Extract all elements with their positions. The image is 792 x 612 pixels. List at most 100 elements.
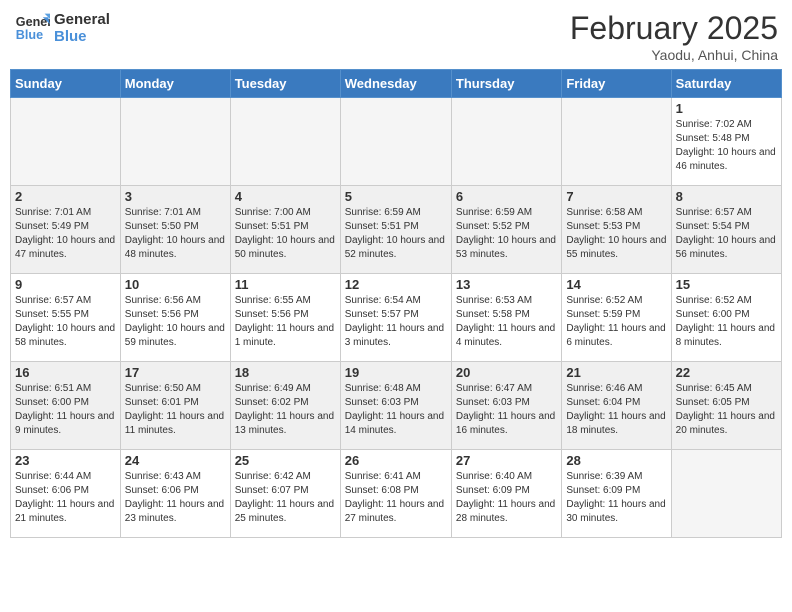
day-number: 11 (235, 277, 336, 292)
day-number: 12 (345, 277, 447, 292)
day-number: 1 (676, 101, 777, 116)
day-number: 10 (125, 277, 226, 292)
day-info: Sunrise: 6:46 AM Sunset: 6:04 PM Dayligh… (566, 382, 666, 438)
calendar-cell: 4Sunrise: 7:00 AM Sunset: 5:51 PM Daylig… (230, 186, 340, 274)
calendar-cell: 2 Sunrise: 7:01 AM Sunset: 5:49 PM Daylig… (11, 186, 121, 274)
calendar-cell: 25Sunrise: 6:42 AM Sunset: 6:07 PM Dayli… (230, 450, 340, 538)
calendar-cell: 11 Sunrise: 6:55 AM Sunset: 5:56 PM Dayli… (230, 274, 340, 362)
calendar-cell: 18 Sunrise: 6:49 AM Sunset: 6:02 PM Dayli… (230, 362, 340, 450)
day-number: 16 (15, 365, 116, 380)
day-number: 13 (456, 277, 557, 292)
calendar-cell (562, 98, 671, 186)
day-info: Sunrise: 6:53 AM Sunset: 5:58 PM Dayligh… (456, 294, 557, 350)
day-info: Sunrise: 7:01 AM Sunset: 5:50 PM Dayligh… (125, 206, 226, 262)
weekday-header-row: SundayMondayTuesdayWednesdayThursdayFrid… (11, 70, 782, 98)
day-number: 22 (676, 365, 777, 380)
calendar-cell: 8 Sunrise: 6:57 AM Sunset: 5:54 PM Daylig… (671, 186, 781, 274)
calendar-cell: 7 Sunrise: 6:58 AM Sunset: 5:53 PM Daylig… (562, 186, 671, 274)
title-block: February 2025 Yaodu, Anhui, China (570, 10, 778, 63)
weekday-wednesday: Wednesday (340, 70, 451, 98)
calendar-cell: 21 Sunrise: 6:46 AM Sunset: 6:04 PM Dayli… (562, 362, 671, 450)
day-number: 7 (566, 189, 666, 204)
day-number: 27 (456, 453, 557, 468)
calendar-cell: 26 Sunrise: 6:41 AM Sunset: 6:08 PM Dayli… (340, 450, 451, 538)
calendar-cell: 3 Sunrise: 7:01 AM Sunset: 5:50 PM Daylig… (120, 186, 230, 274)
day-info: Sunrise: 6:43 AM Sunset: 6:06 PM Dayligh… (125, 470, 226, 526)
day-number: 5 (345, 189, 447, 204)
weekday-sunday: Sunday (11, 70, 121, 98)
calendar-cell: 12 Sunrise: 6:54 AM Sunset: 5:57 PM Dayli… (340, 274, 451, 362)
day-info: Sunrise: 6:49 AM Sunset: 6:02 PM Dayligh… (235, 382, 336, 438)
day-info: Sunrise: 6:59 AM Sunset: 5:51 PM Dayligh… (345, 206, 447, 262)
day-number: 21 (566, 365, 666, 380)
day-info: Sunrise: 6:42 AM Sunset: 6:07 PM Dayligh… (235, 470, 336, 526)
calendar-cell (11, 98, 121, 186)
day-number: 19 (345, 365, 447, 380)
week-row-2: 2 Sunrise: 7:01 AM Sunset: 5:49 PM Daylig… (11, 186, 782, 274)
day-info: Sunrise: 6:39 AM Sunset: 6:09 PM Dayligh… (566, 470, 666, 526)
weekday-friday: Friday (562, 70, 671, 98)
calendar-cell (671, 450, 781, 538)
calendar-table: SundayMondayTuesdayWednesdayThursdayFrid… (10, 69, 782, 538)
day-number: 18 (235, 365, 336, 380)
day-info: Sunrise: 6:57 AM Sunset: 5:54 PM Dayligh… (676, 206, 777, 262)
day-info: Sunrise: 6:40 AM Sunset: 6:09 PM Dayligh… (456, 470, 557, 526)
calendar-cell (120, 98, 230, 186)
calendar-cell (340, 98, 451, 186)
day-info: Sunrise: 6:45 AM Sunset: 6:05 PM Dayligh… (676, 382, 777, 438)
day-number: 14 (566, 277, 666, 292)
day-info: Sunrise: 6:51 AM Sunset: 6:00 PM Dayligh… (15, 382, 116, 438)
weekday-thursday: Thursday (451, 70, 561, 98)
calendar-cell: 27 Sunrise: 6:40 AM Sunset: 6:09 PM Dayli… (451, 450, 561, 538)
logo-general: General (54, 11, 110, 28)
day-number: 15 (676, 277, 777, 292)
day-info: Sunrise: 6:52 AM Sunset: 5:59 PM Dayligh… (566, 294, 666, 350)
calendar-cell: 24Sunrise: 6:43 AM Sunset: 6:06 PM Dayli… (120, 450, 230, 538)
day-info: Sunrise: 6:44 AM Sunset: 6:06 PM Dayligh… (15, 470, 116, 526)
day-number: 9 (15, 277, 116, 292)
week-row-1: 1 Sunrise: 7:02 AM Sunset: 5:48 PM Daylig… (11, 98, 782, 186)
weekday-saturday: Saturday (671, 70, 781, 98)
day-info: Sunrise: 6:56 AM Sunset: 5:56 PM Dayligh… (125, 294, 226, 350)
calendar-cell: 15 Sunrise: 6:52 AM Sunset: 6:00 PM Dayli… (671, 274, 781, 362)
calendar-cell: 22 Sunrise: 6:45 AM Sunset: 6:05 PM Dayli… (671, 362, 781, 450)
location-subtitle: Yaodu, Anhui, China (570, 47, 778, 63)
calendar-cell: 23 Sunrise: 6:44 AM Sunset: 6:06 PM Dayli… (11, 450, 121, 538)
calendar-cell (230, 98, 340, 186)
day-info: Sunrise: 6:58 AM Sunset: 5:53 PM Dayligh… (566, 206, 666, 262)
weekday-tuesday: Tuesday (230, 70, 340, 98)
logo: General Blue General Blue (14, 10, 110, 46)
day-info: Sunrise: 6:52 AM Sunset: 6:00 PM Dayligh… (676, 294, 777, 350)
day-info: Sunrise: 6:54 AM Sunset: 5:57 PM Dayligh… (345, 294, 447, 350)
day-number: 23 (15, 453, 116, 468)
day-number: 4 (235, 189, 336, 204)
calendar-cell: 14 Sunrise: 6:52 AM Sunset: 5:59 PM Dayli… (562, 274, 671, 362)
calendar-cell: 19 Sunrise: 6:48 AM Sunset: 6:03 PM Dayli… (340, 362, 451, 450)
week-row-3: 9Sunrise: 6:57 AM Sunset: 5:55 PM Daylig… (11, 274, 782, 362)
calendar-cell: 9Sunrise: 6:57 AM Sunset: 5:55 PM Daylig… (11, 274, 121, 362)
calendar-cell: 10 Sunrise: 6:56 AM Sunset: 5:56 PM Dayli… (120, 274, 230, 362)
day-number: 20 (456, 365, 557, 380)
day-info: Sunrise: 6:47 AM Sunset: 6:03 PM Dayligh… (456, 382, 557, 438)
day-number: 8 (676, 189, 777, 204)
page-header: General Blue General Blue February 2025 … (10, 10, 782, 63)
day-number: 26 (345, 453, 447, 468)
logo-blue: Blue (54, 28, 110, 45)
month-title: February 2025 (570, 10, 778, 47)
day-number: 2 (15, 189, 116, 204)
day-info: Sunrise: 6:55 AM Sunset: 5:56 PM Dayligh… (235, 294, 336, 350)
week-row-5: 23 Sunrise: 6:44 AM Sunset: 6:06 PM Dayli… (11, 450, 782, 538)
day-info: Sunrise: 6:50 AM Sunset: 6:01 PM Dayligh… (125, 382, 226, 438)
calendar-cell: 17Sunrise: 6:50 AM Sunset: 6:01 PM Dayli… (120, 362, 230, 450)
calendar-cell: 20 Sunrise: 6:47 AM Sunset: 6:03 PM Dayli… (451, 362, 561, 450)
calendar-cell: 28Sunrise: 6:39 AM Sunset: 6:09 PM Dayli… (562, 450, 671, 538)
day-info: Sunrise: 7:01 AM Sunset: 5:49 PM Dayligh… (15, 206, 116, 262)
day-info: Sunrise: 6:41 AM Sunset: 6:08 PM Dayligh… (345, 470, 447, 526)
day-info: Sunrise: 7:02 AM Sunset: 5:48 PM Dayligh… (676, 118, 777, 174)
calendar-cell: 16 Sunrise: 6:51 AM Sunset: 6:00 PM Dayli… (11, 362, 121, 450)
day-info: Sunrise: 6:59 AM Sunset: 5:52 PM Dayligh… (456, 206, 557, 262)
logo-icon: General Blue (14, 10, 50, 46)
day-number: 3 (125, 189, 226, 204)
calendar-cell (451, 98, 561, 186)
day-info: Sunrise: 6:48 AM Sunset: 6:03 PM Dayligh… (345, 382, 447, 438)
